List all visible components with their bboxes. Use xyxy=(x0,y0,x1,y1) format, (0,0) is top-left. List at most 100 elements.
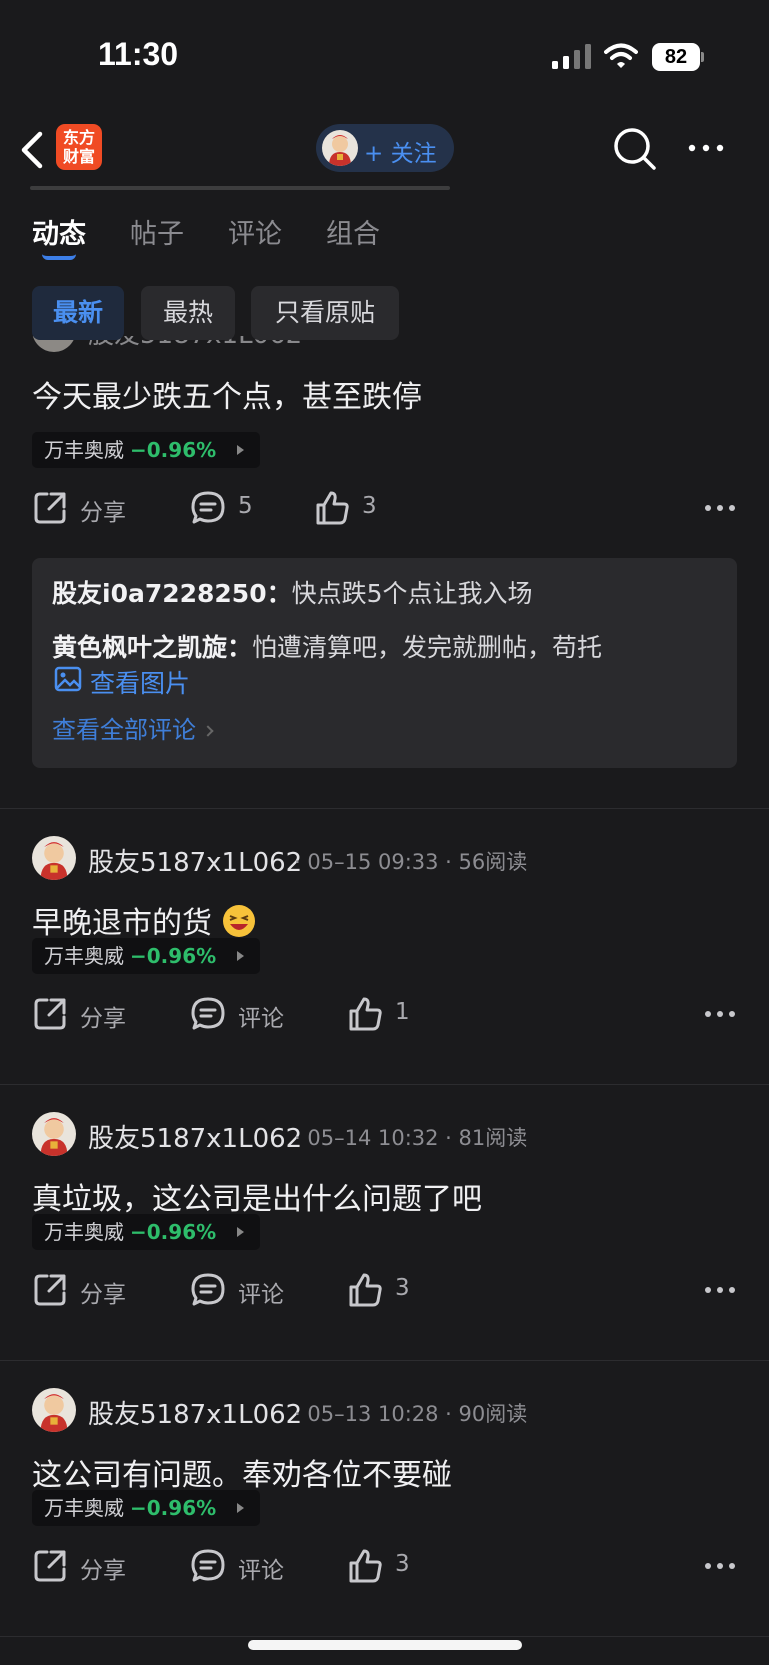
stock-name: 万丰奥威 xyxy=(44,1220,124,1244)
tag-arrow-icon xyxy=(237,1503,244,1513)
scrolled-content-remnant xyxy=(30,180,460,192)
post-content[interactable]: 真垃圾，这公司是出什么问题了吧 xyxy=(32,1174,482,1218)
like-icon xyxy=(349,1273,382,1307)
view-all-comments-link[interactable]: 查看全部评论 xyxy=(52,710,214,745)
avatar-figure-icon xyxy=(40,1118,68,1156)
username[interactable]: 股友5187x1L062 xyxy=(88,1118,302,1155)
more-icon[interactable] xyxy=(703,496,737,520)
tag-arrow-icon xyxy=(237,1227,244,1237)
comment-label: 评论 xyxy=(238,1558,284,1584)
stock-name: 万丰奥威 xyxy=(44,944,124,968)
comment-icon xyxy=(191,1549,225,1582)
tab-posts[interactable]: 帖子 xyxy=(130,212,184,251)
back-icon[interactable] xyxy=(14,128,50,172)
comment-preview[interactable]: 股友i0a7228250：快点跌5个点让我入场 黄色枫叶之凯旋：怕遭清算吧，发完… xyxy=(32,558,737,768)
username[interactable]: 股友5187x1L062 xyxy=(88,1394,302,1431)
share-label: 分享 xyxy=(80,1006,126,1032)
follow-button[interactable]: + 关注 xyxy=(316,124,454,172)
search-icon[interactable] xyxy=(612,126,658,172)
stock-change: −0.96% xyxy=(130,438,217,462)
more-icon[interactable] xyxy=(703,1002,737,1026)
more-icon[interactable] xyxy=(703,1554,737,1578)
more-icon[interactable] xyxy=(684,130,728,166)
stock-change: −0.96% xyxy=(130,1496,217,1520)
comment-icon xyxy=(191,491,225,524)
avatar xyxy=(322,130,358,166)
divider xyxy=(0,1084,769,1085)
like-icon xyxy=(349,1549,382,1583)
action-row: 分享 5 3 xyxy=(32,488,737,528)
more-icon[interactable] xyxy=(703,1278,737,1302)
like-button[interactable]: 1 xyxy=(347,994,427,1034)
post-content[interactable]: 早晚退市的货 xyxy=(32,898,256,942)
logo-line-2: 财富 xyxy=(62,147,95,166)
laughing-emoji-icon xyxy=(222,905,255,937)
action-row: 分享 评论 3 xyxy=(32,1546,737,1586)
follow-label: + 关注 xyxy=(364,141,437,167)
home-indicator[interactable] xyxy=(248,1640,522,1650)
image-icon xyxy=(54,666,82,692)
stock-tag[interactable]: 万丰奥威 −0.96% xyxy=(32,938,260,974)
avatar[interactable] xyxy=(32,1112,76,1156)
post-content[interactable]: 今天最少跌五个点，甚至跌停 xyxy=(32,372,422,416)
tab-portfolio[interactable]: 组合 xyxy=(326,212,380,251)
comment-icon xyxy=(191,997,225,1030)
list-item: 股友5187x1L062 · 05–15 09:33 · 56阅读 早晚退市的货… xyxy=(0,836,769,1076)
comment-author[interactable]: 股友i0a7228250： xyxy=(52,579,292,608)
tab-dynamic[interactable]: 动态 xyxy=(32,212,86,251)
stock-tag[interactable]: 万丰奥威 −0.96% xyxy=(32,1214,260,1250)
divider xyxy=(0,1360,769,1361)
divider xyxy=(0,1636,769,1637)
comment-preview-1[interactable]: 股友i0a7228250：快点跌5个点让我入场 xyxy=(52,574,533,610)
comment-text: 快点跌5个点让我入场 xyxy=(291,579,533,608)
share-label: 分享 xyxy=(80,1282,126,1308)
share-button[interactable]: 分享 xyxy=(32,488,142,528)
like-button[interactable]: 3 xyxy=(347,1546,427,1586)
stock-tag[interactable]: 万丰奥威 −0.96% xyxy=(32,432,260,468)
post-meta: · 05–13 10:28 · 90阅读 xyxy=(294,1402,528,1426)
share-button[interactable]: 分享 xyxy=(32,994,142,1034)
action-row: 分享 评论 1 xyxy=(32,994,737,1034)
tab-comments[interactable]: 评论 xyxy=(228,212,282,251)
post-header: 股友5187x1L062 · 05–13 10:28 · 90阅读 xyxy=(32,1388,732,1432)
like-button[interactable]: 3 xyxy=(314,488,394,528)
stock-name: 万丰奥威 xyxy=(44,1496,124,1520)
app-logo[interactable]: 东方 财富 xyxy=(56,124,102,170)
filter-latest[interactable]: 最新 xyxy=(32,286,124,340)
share-label: 分享 xyxy=(80,1558,126,1584)
share-icon xyxy=(34,1274,66,1306)
username[interactable]: 股友5187x1L062 xyxy=(88,842,302,879)
status-time: 11:30 xyxy=(98,36,179,72)
post-feed: 股友5187x1L062 今天最少跌五个点，甚至跌停 万丰奥威−0.96% 分享… xyxy=(0,336,769,1665)
comment-button[interactable]: 评论 xyxy=(190,1546,300,1586)
post-date: 05–13 10:28 xyxy=(307,1402,439,1426)
status-bar: 11:30 82 xyxy=(0,0,769,110)
comment-label: 评论 xyxy=(238,1282,284,1308)
post-header: 股友5187x1L062 · 05–14 10:32 · 81阅读 xyxy=(32,1112,732,1156)
post-meta: · 05–14 10:32 · 81阅读 xyxy=(294,1126,528,1150)
comment-button[interactable]: 评论 xyxy=(190,994,300,1034)
comment-preview-2[interactable]: 黄色枫叶之凯旋：怕遭清算吧，发完就删帖，苟托 xyxy=(52,628,602,664)
comment-button[interactable]: 评论 xyxy=(190,1270,300,1310)
like-button[interactable]: 3 xyxy=(347,1270,427,1310)
filter-hot[interactable]: 最热 xyxy=(141,286,235,340)
view-all-label: 查看全部评论 xyxy=(52,716,196,744)
avatar[interactable] xyxy=(32,1388,76,1432)
comment-button[interactable]: 5 xyxy=(190,488,270,528)
share-label: 分享 xyxy=(80,500,126,526)
stock-name: 万丰奥威 xyxy=(44,438,124,462)
avatar[interactable] xyxy=(32,836,76,880)
wifi-icon xyxy=(604,43,638,68)
like-count: 3 xyxy=(395,1275,410,1301)
share-icon xyxy=(34,998,66,1030)
post-text: 早晚退市的货 xyxy=(32,906,212,941)
filter-original-only[interactable]: 只看原贴 xyxy=(251,286,399,340)
like-count: 3 xyxy=(395,1551,410,1577)
stock-change: −0.96% xyxy=(130,944,217,968)
share-button[interactable]: 分享 xyxy=(32,1270,142,1310)
post-content[interactable]: 这公司有问题。奉劝各位不要碰 xyxy=(32,1450,452,1494)
share-button[interactable]: 分享 xyxy=(32,1546,142,1586)
comment-author[interactable]: 黄色枫叶之凯旋： xyxy=(52,633,252,662)
chevron-right-icon xyxy=(202,725,214,737)
stock-tag[interactable]: 万丰奥威 −0.96% xyxy=(32,1490,260,1526)
